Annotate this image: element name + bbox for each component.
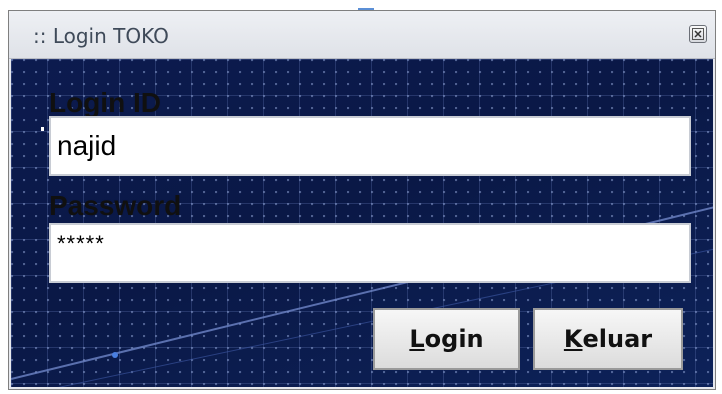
login-button[interactable]: Login bbox=[373, 308, 520, 370]
keluar-button-mnemonic: K bbox=[563, 325, 583, 353]
title-bar[interactable]: :: Login TOKO bbox=[9, 11, 715, 59]
login-id-input[interactable]: najid bbox=[49, 116, 691, 176]
login-panel: Login ID najid Password ***** Login Kelu… bbox=[11, 59, 713, 387]
login-window: :: Login TOKO Login ID najid Password **… bbox=[8, 10, 716, 390]
keluar-button-label: eluar bbox=[582, 325, 653, 353]
keluar-button[interactable]: Keluar bbox=[533, 308, 683, 370]
login-id-label: Login ID bbox=[49, 87, 161, 118]
login-button-label: ogin bbox=[424, 325, 484, 353]
login-button-mnemonic: L bbox=[409, 325, 425, 353]
focus-marker bbox=[41, 127, 44, 131]
window-title: :: Login TOKO bbox=[33, 24, 169, 48]
close-button[interactable] bbox=[689, 25, 707, 43]
password-input[interactable]: ***** bbox=[49, 223, 691, 283]
close-icon bbox=[692, 28, 704, 40]
password-label: Password bbox=[49, 190, 182, 221]
